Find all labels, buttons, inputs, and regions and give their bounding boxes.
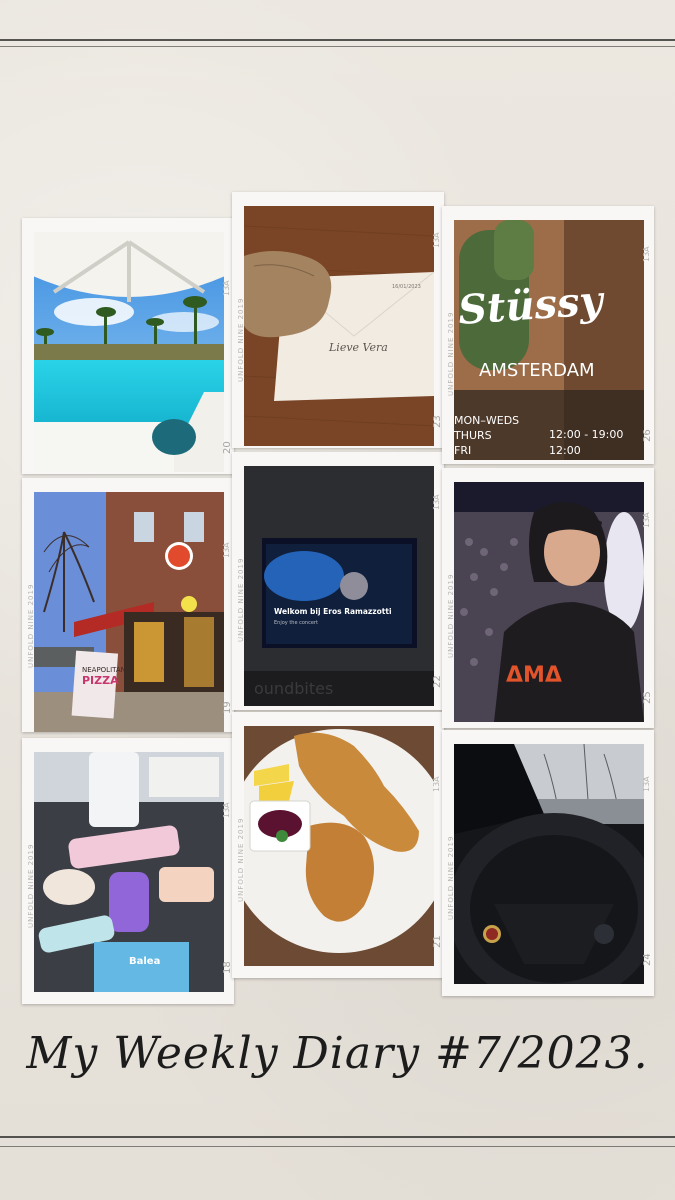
envelope-date: 16/01/2023 xyxy=(392,284,421,290)
envelope-handwriting: Lieve Vera xyxy=(328,341,388,354)
photo-pool xyxy=(34,232,224,472)
film-code: 13A xyxy=(432,776,441,792)
photo-street: NEAPOLITAN PIZZA xyxy=(34,492,224,732)
stussy-hours-2: 12:00 xyxy=(549,444,581,457)
stussy-day-2: THURS xyxy=(454,429,492,442)
concert-welcome-text: Welkom bij Eros Ramazzotti xyxy=(274,607,392,616)
film-code: 13A xyxy=(642,512,651,528)
frame-pool: 20 UNFOLD NINE 2019 13A xyxy=(22,218,234,598)
film-code: 13A xyxy=(222,802,231,818)
frame-stussy: Stüssy AMSTERDAM MON–WEDS THURS FRI 12:0… xyxy=(442,206,654,464)
frame-number: 24 xyxy=(642,953,653,966)
bottom-rule-thin xyxy=(0,1146,675,1147)
photo-envelope: Lieve Vera 16/01/2023 xyxy=(244,206,434,446)
stussy-city: AMSTERDAM xyxy=(479,360,595,381)
photo-schnitzel xyxy=(244,726,434,966)
film-code: 13A xyxy=(432,494,441,510)
film-code: 13A xyxy=(432,232,441,248)
pizza-board-line1: NEAPOLITAN xyxy=(82,666,126,674)
film-code: 13A xyxy=(222,280,231,296)
frame-selfie: ΔΜΔ 25 UNFOLD NINE 2019 13A xyxy=(442,468,654,728)
pizza-board-line2: PIZZA xyxy=(82,674,119,687)
film-code: 13A xyxy=(642,776,651,792)
stussy-day-1: MON–WEDS xyxy=(454,414,520,427)
stussy-hours-1: 12:00 - 19:00 xyxy=(549,428,624,441)
photo-haul: Balea xyxy=(34,752,224,992)
film-brand-label: UNFOLD NINE 2019 xyxy=(27,843,35,928)
photo-stussy: Stüssy AMSTERDAM MON–WEDS THURS FRI 12:0… xyxy=(454,220,644,460)
stussy-day-3: FRI xyxy=(454,444,472,457)
stussy-logo: Stüssy xyxy=(456,277,605,334)
frame-number: 25 xyxy=(642,691,653,704)
film-brand-label: UNFOLD NINE 2019 xyxy=(237,557,245,642)
soundbites-sign: oundbites xyxy=(254,679,333,698)
film-brand-label: UNFOLD NINE 2019 xyxy=(237,817,245,902)
frame-number: 26 xyxy=(642,429,653,442)
film-brand-label: UNFOLD NINE 2019 xyxy=(447,311,455,396)
frame-haul: Balea 18 UNFOLD NINE 2019 13A xyxy=(22,738,234,1004)
top-rule xyxy=(0,39,675,41)
film-code: 13A xyxy=(642,246,651,262)
balea-label: Balea xyxy=(129,956,160,967)
top-rule-thin xyxy=(0,46,675,47)
frame-schnitzel: 21 UNFOLD NINE 2019 13A xyxy=(232,712,444,978)
film-code: 13A xyxy=(222,542,231,558)
frame-concert: Welkom bij Eros Ramazzotti Enjoy the con… xyxy=(232,452,444,710)
film-brand-label: UNFOLD NINE 2019 xyxy=(447,835,455,920)
selfie-shirt-letters: ΔΜΔ xyxy=(506,663,562,688)
film-brand-label: UNFOLD NINE 2019 xyxy=(447,573,455,658)
photo-selfie: ΔΜΔ xyxy=(454,482,644,722)
bottom-rule xyxy=(0,1136,675,1138)
photo-car xyxy=(454,744,644,984)
concert-enjoy-text: Enjoy the concert xyxy=(274,620,318,626)
diary-title: My Weekly Diary #7/2023. xyxy=(26,1028,649,1079)
frame-street: NEAPOLITAN PIZZA 19 UNFOLD NINE 2019 13A xyxy=(22,478,234,732)
photo-concert-screen: Welkom bij Eros Ramazzotti Enjoy the con… xyxy=(244,466,434,706)
film-brand-label: UNFOLD NINE 2019 xyxy=(237,297,245,382)
frame-car: 24 UNFOLD NINE 2019 13A xyxy=(442,730,654,996)
frame-envelope: Lieve Vera 16/01/2023 23 UNFOLD NINE 201… xyxy=(232,192,444,448)
film-brand-label: UNFOLD NINE 2019 xyxy=(27,583,35,668)
